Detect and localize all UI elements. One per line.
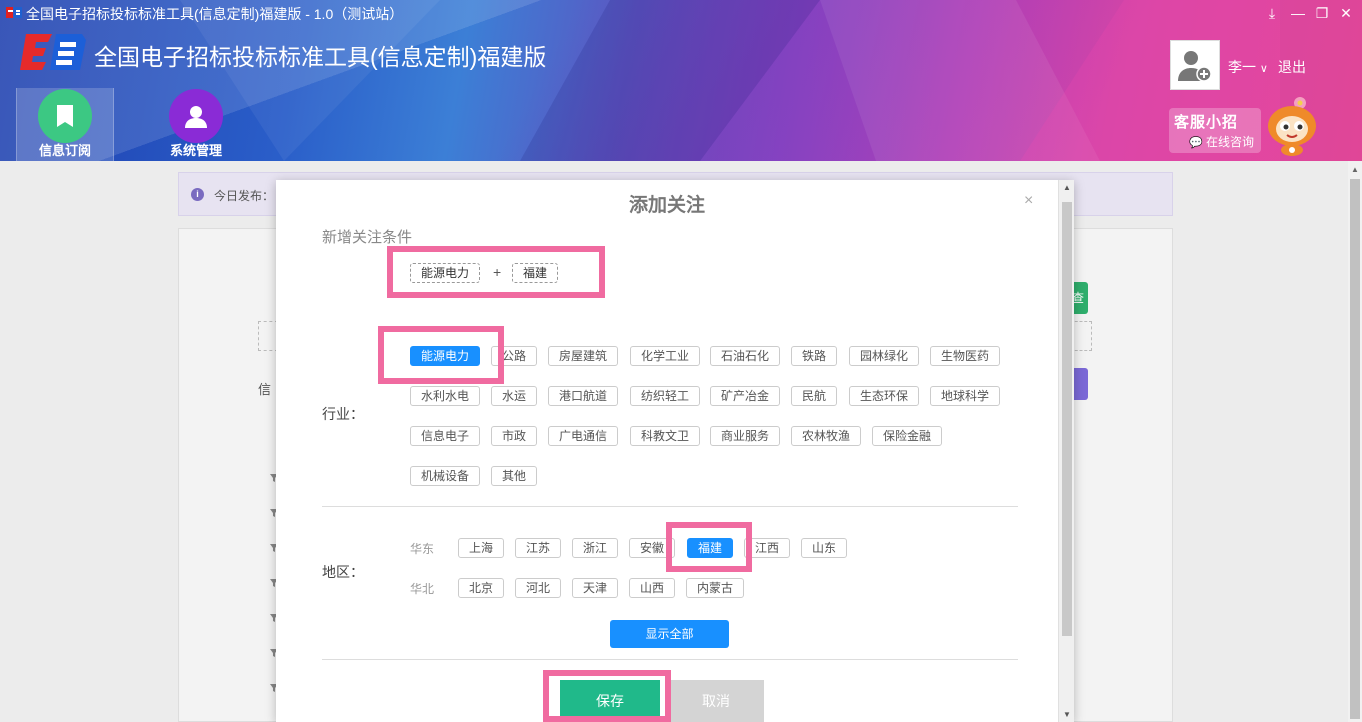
add-user-icon (1178, 51, 1212, 82)
industry-option[interactable]: 生态环保 (849, 386, 920, 406)
page-scrollbar[interactable]: ▲ (1348, 161, 1362, 722)
service-subtitle: 💬 在线咨询 (1189, 135, 1255, 149)
scroll-up-icon[interactable]: ▲ (1351, 165, 1359, 174)
user-icon (169, 89, 223, 143)
industry-option[interactable]: 港口航道 (548, 386, 619, 406)
chat-bubble-icon: 💬 (1189, 137, 1203, 149)
region-option[interactable]: 上海 (458, 538, 505, 558)
region-option[interactable]: 山西 (629, 578, 676, 598)
region-option[interactable]: 江西 (744, 538, 791, 558)
divider (322, 506, 1018, 507)
industry-option[interactable]: 水利水电 (410, 386, 481, 406)
industry-option[interactable]: 生物医药 (930, 346, 1001, 366)
app-title: 全国电子招标投标标准工具(信息定制)福建版 (94, 44, 547, 70)
add-follow-dialog: 添加关注 × 新增关注条件 能源电力 + 福建 行业： 能源电力 公路 房屋建筑… (276, 180, 1074, 722)
background-dashed-box (258, 321, 278, 351)
close-icon[interactable]: × (1024, 192, 1033, 210)
plus-icon: + (493, 264, 502, 280)
cancel-button[interactable]: 取消 (668, 680, 764, 722)
new-condition-label: 新增关注条件 (322, 229, 413, 246)
scroll-down-icon[interactable]: ▼ (1063, 710, 1071, 719)
avatar[interactable] (1170, 40, 1220, 90)
condition-tag-region[interactable]: 福建 (512, 263, 559, 283)
region-option[interactable]: 北京 (458, 578, 505, 598)
region-option[interactable]: 山东 (801, 538, 848, 558)
industry-option[interactable]: 市政 (491, 426, 538, 446)
window-pin-button[interactable]: ⤓ (1260, 2, 1284, 24)
industry-option[interactable]: 广电通信 (548, 426, 619, 446)
divider (322, 659, 1018, 660)
nav-item-system[interactable]: 系统管理 (147, 88, 245, 161)
window-title: 全国电子招标投标标准工具(信息定制)福建版 - 1.0（测试站） (26, 6, 404, 22)
industry-option[interactable]: 地球科学 (930, 386, 1001, 406)
region-label: 地区： (322, 564, 364, 580)
scroll-up-icon[interactable]: ▲ (1063, 183, 1071, 192)
page-scrollbar-thumb[interactable] (1350, 179, 1360, 719)
dialog-scrollbar-thumb[interactable] (1062, 202, 1072, 636)
industry-option[interactable]: 化学工业 (630, 346, 701, 366)
customer-service-button[interactable]: 客服小招 💬 在线咨询 (1169, 108, 1261, 153)
region-option[interactable]: 江苏 (515, 538, 562, 558)
industry-option[interactable]: 公路 (491, 346, 538, 366)
info-icon: i (191, 188, 204, 201)
nav-item-subscription[interactable]: 信息订阅 (16, 88, 114, 161)
nav-label: 信息订阅 (38, 143, 91, 158)
user-name: 李一 (1228, 59, 1256, 75)
window-minimize-button[interactable]: — (1286, 2, 1310, 24)
region-group-label: 华北 (410, 582, 435, 596)
industry-option[interactable]: 民航 (791, 386, 838, 406)
industry-option[interactable]: 铁路 (791, 346, 838, 366)
condition-tag-industry[interactable]: 能源电力 (410, 263, 481, 283)
show-all-button[interactable]: 显示全部 (610, 620, 729, 648)
industry-option[interactable]: 纺织轻工 (630, 386, 701, 406)
industry-option[interactable]: 机械设备 (410, 466, 481, 486)
bookmark-icon (38, 89, 92, 143)
nav-label: 系统管理 (169, 143, 222, 158)
industry-option[interactable]: 园林绿化 (849, 346, 920, 366)
industry-option[interactable]: 矿产冶金 (710, 386, 781, 406)
industry-option[interactable]: 房屋建筑 (548, 346, 619, 366)
app-small-logo-icon (6, 7, 22, 18)
dialog-title: 添加关注 (628, 195, 705, 216)
region-option[interactable]: 内蒙古 (686, 578, 745, 598)
today-publish-label: 今日发布： (214, 189, 275, 203)
window-titlebar[interactable]: 全国电子招标投标标准工具(信息定制)福建版 - 1.0（测试站） ⤓ — ❐ ✕ (0, 0, 1362, 26)
save-button[interactable]: 保存 (556, 680, 660, 722)
dialog-scrollbar[interactable]: ▲ ▼ (1058, 180, 1074, 722)
brand-logo-icon (20, 34, 86, 70)
industry-option[interactable]: 农林牧渔 (791, 426, 862, 446)
service-title: 客服小招 (1174, 113, 1239, 131)
industry-option[interactable]: 科教文卫 (630, 426, 701, 446)
region-option[interactable]: 天津 (572, 578, 619, 598)
chevron-down-icon: ∨ (1259, 63, 1268, 75)
logout-link[interactable]: 退出 (1278, 57, 1306, 77)
region-option[interactable]: 福建 (687, 538, 734, 558)
region-option[interactable]: 安徽 (629, 538, 676, 558)
industry-option[interactable]: 其他 (491, 466, 538, 486)
region-option[interactable]: 河北 (515, 578, 562, 598)
window-close-button[interactable]: ✕ (1334, 2, 1358, 24)
region-group-label: 华东 (410, 542, 435, 556)
region-option[interactable]: 浙江 (572, 538, 619, 558)
industry-option[interactable]: 商业服务 (710, 426, 781, 446)
background-label: 信 (258, 382, 272, 397)
industry-option[interactable]: 水运 (491, 386, 538, 406)
industry-option[interactable]: 能源电力 (410, 346, 481, 366)
industry-option[interactable]: 石油石化 (710, 346, 781, 366)
window-maximize-button[interactable]: ❐ (1310, 2, 1334, 24)
industry-option[interactable]: 保险金融 (872, 426, 943, 446)
industry-option[interactable]: 信息电子 (410, 426, 481, 446)
user-name-dropdown[interactable]: 李一 ∨ (1228, 57, 1268, 77)
industry-label: 行业： (322, 406, 364, 422)
mascot-icon (1268, 97, 1316, 156)
app-header: 全国电子招标投标标准工具(信息定制)福建版 - 1.0（测试站） ⤓ — ❐ ✕… (0, 0, 1362, 161)
